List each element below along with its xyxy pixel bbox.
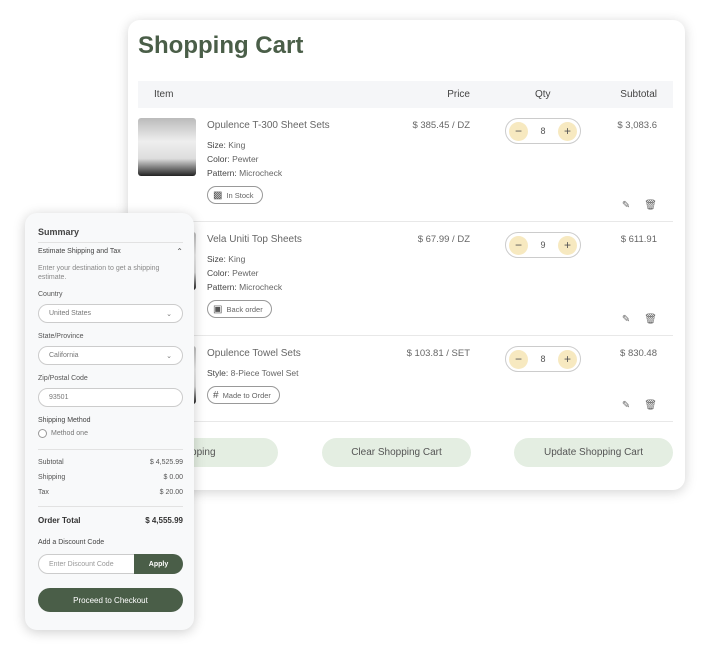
summary-title: Summary xyxy=(38,227,80,237)
quantity-value[interactable]: 9 xyxy=(540,240,545,250)
plus-button[interactable]: + xyxy=(557,121,577,141)
summary-panel: Summary Estimate Shipping and Tax ⌃ Ente… xyxy=(25,213,194,630)
tax-label: Tax xyxy=(38,489,49,496)
trash-icon[interactable]: 🗑︎ xyxy=(644,314,657,325)
header-qty: Qty xyxy=(535,89,551,100)
order-total-label: Order Total xyxy=(38,516,81,525)
zip-value: 93501 xyxy=(49,394,69,401)
edit-icon[interactable]: ✎ xyxy=(622,314,630,325)
page-title: Shopping Cart xyxy=(138,32,304,59)
subtotal-label: Subtotal xyxy=(38,459,64,466)
minus-button[interactable]: − xyxy=(509,349,528,369)
order-total-value: $ 4,555.99 xyxy=(145,516,183,525)
plus-button[interactable]: + xyxy=(557,235,577,255)
minus-button[interactable]: − xyxy=(509,235,528,255)
clear-cart-button[interactable]: Clear Shopping Cart xyxy=(322,438,471,467)
table-row: Opulence T-300 Sheet Sets Size: King Color… xyxy=(138,108,673,222)
estimate-hint: Enter your destination to get a shipping… xyxy=(38,265,160,281)
discount-placeholder: Enter Discount Code xyxy=(49,560,114,568)
country-select[interactable]: United States ⌄ xyxy=(38,304,183,323)
tax-value: $ 20.00 xyxy=(159,489,183,496)
item-price: $ 103.81 / SET xyxy=(406,348,470,359)
shipping-value: $ 0.00 xyxy=(163,474,183,481)
header-item: Item xyxy=(154,89,174,100)
stock-check-icon: ▩ xyxy=(213,189,223,201)
box-icon: ▣ xyxy=(213,303,223,315)
item-attribute: Size: King xyxy=(207,140,246,150)
zip-label: Zip/Postal Code xyxy=(38,375,88,382)
item-attribute: Pattern: Microcheck xyxy=(207,168,283,178)
stock-badge: ▩ In Stock xyxy=(207,186,263,204)
product-name[interactable]: Opulence Towel Sets xyxy=(207,348,301,359)
quantity-stepper: − 9 + xyxy=(505,232,581,258)
update-cart-button[interactable]: Update Shopping Cart xyxy=(514,438,673,467)
grid-icon: # xyxy=(213,389,219,401)
stock-badge: ▣ Back order xyxy=(207,300,272,318)
chevron-down-icon: ⌄ xyxy=(166,352,172,360)
item-attribute: Color: Pewter xyxy=(207,268,259,278)
apply-button[interactable]: Apply xyxy=(134,554,183,574)
item-price: $ 385.45 / DZ xyxy=(412,120,470,131)
state-select[interactable]: California ⌄ xyxy=(38,346,183,365)
subtotal-value: $ 4,525.99 xyxy=(149,459,183,466)
country-value: United States xyxy=(49,310,92,317)
item-subtotal: $ 611.91 xyxy=(620,234,657,245)
chevron-down-icon: ⌄ xyxy=(166,310,172,318)
quantity-value[interactable]: 8 xyxy=(540,126,545,136)
checkout-button[interactable]: Proceed to Checkout xyxy=(38,588,183,612)
header-price: Price xyxy=(447,89,470,100)
stock-badge: # Made to Order xyxy=(207,386,280,404)
item-attribute: Color: Pewter xyxy=(207,154,259,164)
quantity-value[interactable]: 8 xyxy=(540,354,545,364)
chevron-up-icon[interactable]: ⌃ xyxy=(176,247,183,256)
item-attribute: Pattern: Microcheck xyxy=(207,282,283,292)
item-attribute: Style: 8-Piece Towel Set xyxy=(207,368,299,378)
discount-input[interactable]: Enter Discount Code xyxy=(38,554,148,574)
item-price: $ 67.99 / DZ xyxy=(417,234,470,245)
item-attribute: Size: King xyxy=(207,254,246,264)
table-row: Vela Uniti Top Sheets Size: King Color: Pe… xyxy=(138,222,673,336)
estimate-toggle[interactable]: Estimate Shipping and Tax xyxy=(38,248,121,255)
country-label: Country xyxy=(38,291,63,298)
discount-label: Add a Discount Code xyxy=(38,539,105,546)
edit-icon[interactable]: ✎ xyxy=(622,400,630,411)
product-name[interactable]: Vela Uniti Top Sheets xyxy=(207,234,302,245)
product-image[interactable] xyxy=(138,118,196,176)
state-label: State/Province xyxy=(38,333,84,340)
radio-icon xyxy=(38,429,47,438)
shopping-cart-panel: Shopping Cart Item Price Qty Subtotal Op… xyxy=(68,20,685,490)
item-subtotal: $ 3,083.6 xyxy=(617,120,657,131)
shipping-method-label: Shipping Method xyxy=(38,417,91,424)
trash-icon[interactable]: 🗑︎ xyxy=(644,400,657,411)
quantity-stepper: − 8 + xyxy=(505,118,581,144)
method-one-radio[interactable]: Method one xyxy=(38,429,88,438)
plus-button[interactable]: + xyxy=(557,349,577,369)
table-header: Item Price Qty Subtotal xyxy=(138,81,673,108)
method-one-label: Method one xyxy=(51,430,88,437)
table-row: Opulence Towel Sets Style: 8-Piece Towel … xyxy=(138,336,673,422)
product-name[interactable]: Opulence T-300 Sheet Sets xyxy=(207,120,330,131)
minus-button[interactable]: − xyxy=(509,121,528,141)
trash-icon[interactable]: 🗑︎ xyxy=(644,200,657,211)
quantity-stepper: − 8 + xyxy=(505,346,581,372)
state-value: California xyxy=(49,352,79,359)
shipping-label: Shipping xyxy=(38,474,66,481)
zip-input[interactable]: 93501 xyxy=(38,388,183,407)
header-subtotal: Subtotal xyxy=(620,89,657,100)
item-subtotal: $ 830.48 xyxy=(620,348,657,359)
edit-icon[interactable]: ✎ xyxy=(622,200,630,211)
